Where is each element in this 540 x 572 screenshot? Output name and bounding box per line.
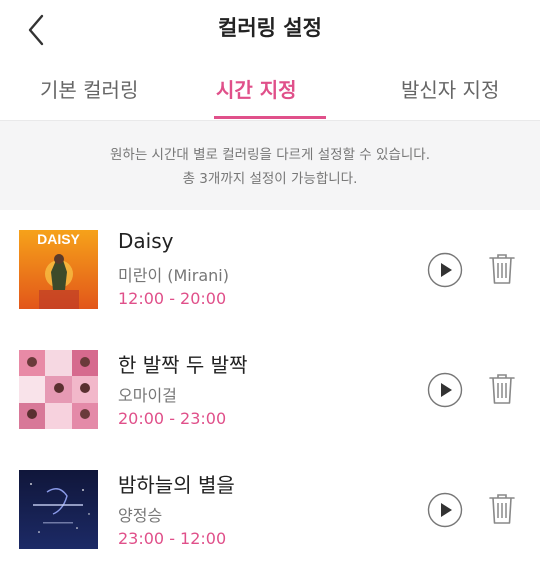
page-title: 컬러링 설정: [218, 16, 322, 40]
song-artist: 오마이걸: [118, 386, 177, 405]
time-range: 20:00 - 23:00: [118, 409, 227, 428]
album-art-daisy: DAISY: [19, 230, 98, 309]
list-item[interactable]: 밤하늘의 별을 양정승 23:00 - 12:00: [0, 450, 540, 570]
song-artist: 양정승: [118, 506, 163, 525]
list-item[interactable]: 한 발짝 두 발짝 오마이걸 20:00 - 23:00: [0, 330, 540, 450]
trash-icon[interactable]: [487, 492, 517, 526]
notice-line-1: 원하는 시간대 별로 컬러링을 다르게 설정할 수 있습니다.: [110, 147, 430, 163]
time-range: 12:00 - 20:00: [118, 289, 227, 308]
song-title: 밤하늘의 별을: [118, 473, 235, 497]
active-tab-indicator: [214, 116, 326, 119]
tab-bar: 기본 컬러링 시간 지정 발신자 지정: [0, 58, 540, 120]
song-title: Daisy: [118, 229, 174, 253]
trash-icon[interactable]: [487, 372, 517, 406]
header: 컬러링 설정: [0, 0, 540, 58]
song-title: 한 발짝 두 발짝: [118, 353, 248, 377]
play-icon[interactable]: [427, 372, 463, 408]
info-notice: 원하는 시간대 별로 컬러링을 다르게 설정할 수 있습니다. 총 3개까지 설…: [0, 120, 540, 210]
tab-caller-setting[interactable]: 발신자 지정: [401, 74, 499, 103]
tab-time-setting[interactable]: 시간 지정: [216, 74, 297, 103]
play-icon[interactable]: [427, 492, 463, 528]
trash-icon[interactable]: [487, 252, 517, 286]
list-item[interactable]: DAISY Daisy 미란이 (Mirani) 12:00 - 20:00: [0, 210, 540, 330]
album-art-night-sky: [19, 470, 98, 549]
time-range: 23:00 - 12:00: [118, 529, 227, 548]
album-art-ohmygirl: [19, 350, 98, 429]
play-icon[interactable]: [427, 252, 463, 288]
song-artist: 미란이 (Mirani): [118, 266, 229, 285]
tab-default-coloring[interactable]: 기본 컬러링: [40, 74, 138, 103]
svg-text:DAISY: DAISY: [37, 231, 80, 247]
notice-line-2: 총 3개까지 설정이 가능합니다.: [182, 171, 358, 187]
